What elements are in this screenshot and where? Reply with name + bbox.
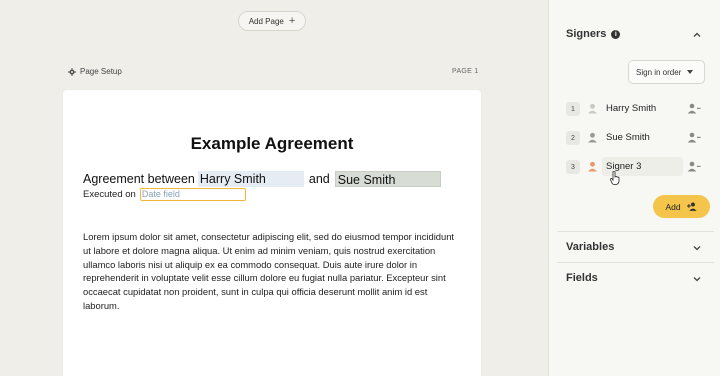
signer-row: 2 Sue Smith bbox=[566, 129, 701, 147]
gear-icon bbox=[68, 67, 76, 76]
person-icon bbox=[588, 103, 597, 114]
add-page-button[interactable]: Add Page + bbox=[238, 11, 306, 31]
right-panel: Signers i Sign in order 1 Harry Smith 2 … bbox=[548, 0, 720, 376]
hand-cursor-icon bbox=[610, 171, 620, 185]
signer-name[interactable]: Sue Smith bbox=[606, 132, 650, 143]
remove-user-icon[interactable] bbox=[687, 103, 701, 114]
signers-header: Signers i bbox=[566, 28, 621, 40]
signer2-field[interactable]: Sue Smith bbox=[334, 171, 441, 187]
document-body: Lorem ipsum dolor sit amet, consectetur … bbox=[83, 231, 455, 311]
person-icon bbox=[588, 132, 597, 143]
info-icon[interactable]: i bbox=[611, 29, 621, 39]
divider bbox=[557, 231, 714, 232]
signer-number: 2 bbox=[566, 131, 580, 145]
signers-title: Signers bbox=[566, 28, 607, 40]
signer-name[interactable]: Harry Smith bbox=[606, 103, 656, 114]
divider bbox=[557, 262, 714, 263]
document-page: Example Agreement Agreement between Harr… bbox=[63, 90, 481, 376]
agreement-line: Agreement between Harry Smith and Sue Sm… bbox=[83, 171, 441, 187]
remove-user-icon[interactable] bbox=[687, 132, 701, 143]
signer-row: 3 Signer 3 bbox=[566, 157, 701, 176]
chevron-up-icon[interactable] bbox=[692, 30, 702, 40]
date-field[interactable]: Date field bbox=[139, 188, 246, 201]
chevron-down-icon[interactable] bbox=[692, 243, 702, 253]
add-page-label: Add Page bbox=[248, 16, 284, 26]
variables-title[interactable]: Variables bbox=[566, 241, 614, 253]
signer-number: 1 bbox=[566, 102, 580, 116]
signer-number: 3 bbox=[566, 160, 580, 174]
chevron-down-icon[interactable] bbox=[692, 274, 702, 284]
signer1-field[interactable]: Harry Smith bbox=[197, 171, 304, 187]
remove-user-icon[interactable] bbox=[687, 161, 701, 172]
document-title: Example Agreement bbox=[190, 134, 354, 153]
add-user-icon bbox=[686, 202, 697, 211]
sign-order-select[interactable]: Sign in order bbox=[628, 60, 705, 84]
add-signer-label: Add bbox=[665, 201, 681, 212]
document-canvas: Add Page + Page Setup PAGE 1 Example Agr… bbox=[0, 0, 548, 376]
page-number: PAGE 1 bbox=[452, 68, 479, 75]
executed-line: Executed on Date field bbox=[83, 188, 246, 201]
executed-label: Executed on bbox=[83, 189, 136, 200]
person-icon bbox=[588, 161, 597, 172]
page-setup-button[interactable]: Page Setup bbox=[68, 67, 122, 76]
and-text: and bbox=[308, 172, 330, 186]
sign-order-value: Sign in order bbox=[636, 67, 682, 77]
agreement-prefix: Agreement between bbox=[83, 172, 195, 186]
page-setup-label: Page Setup bbox=[80, 67, 122, 76]
add-signer-button[interactable]: Add bbox=[653, 195, 710, 218]
signer-row: 1 Harry Smith bbox=[566, 100, 701, 118]
plus-icon: + bbox=[288, 14, 296, 27]
caret-down-icon bbox=[687, 70, 694, 74]
fields-title[interactable]: Fields bbox=[566, 272, 598, 284]
